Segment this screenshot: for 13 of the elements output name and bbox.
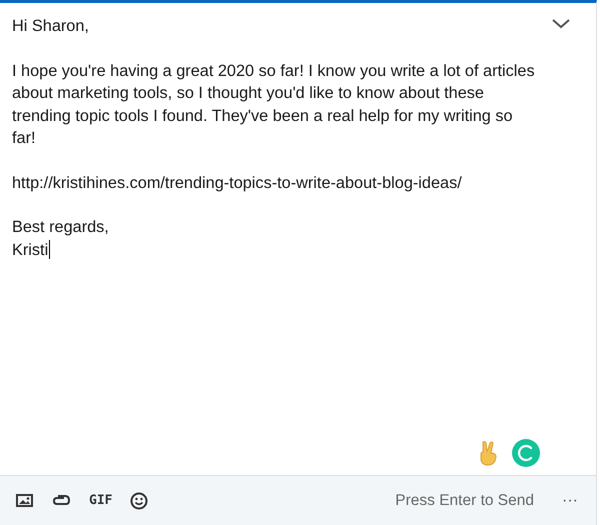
chevron-down-icon[interactable] [550,17,572,31]
text-cursor [49,240,50,260]
message-line: Kristi [12,240,48,260]
paperclip-icon[interactable] [51,494,71,508]
message-paragraph: Hi Sharon, [12,16,90,37]
more-button[interactable]: ··· [556,492,584,510]
message-paragraph: http://kristihines.com/trending-topics-to-write-about-blog-ideas/ [12,172,463,194]
send-hint: Press Enter to Send [395,492,534,510]
message-line: Best regards, [12,217,109,238]
gif-button[interactable]: GIF [89,493,112,508]
emoji-icon[interactable] [130,492,148,510]
message-paragraph: I hope you're having a great 2020 so far! I know you write a lot of articles about marketing tools, so I thought you'd like to know about these trending topic tools I found. They've been a real help for my writing so far! [12,60,536,149]
image-icon[interactable] [16,494,33,507]
